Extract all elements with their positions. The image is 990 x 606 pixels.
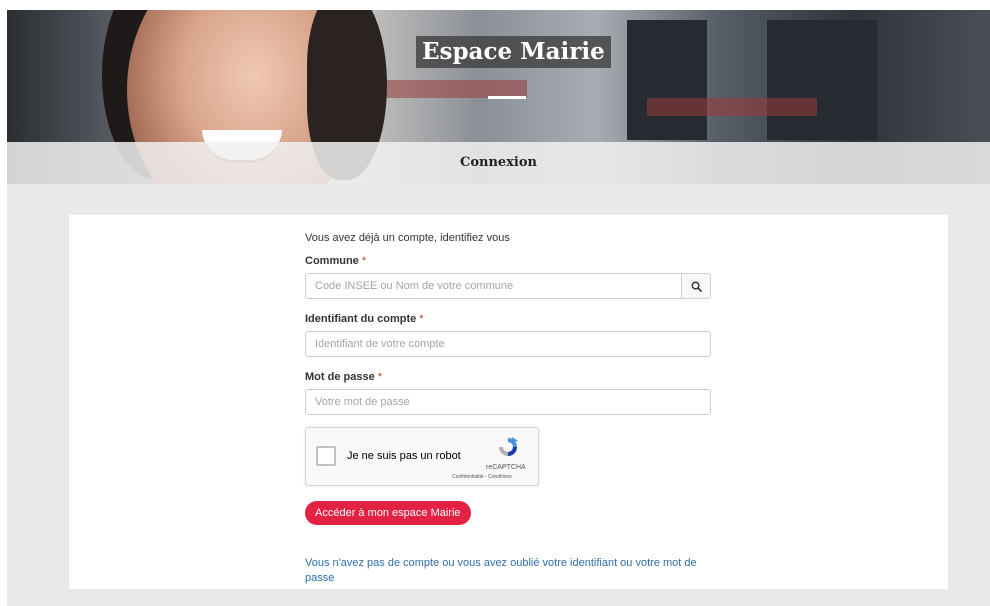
hero-banner: Espace Mairie Connexion bbox=[7, 10, 990, 184]
hero-background-window bbox=[767, 20, 877, 140]
page-title: Espace Mairie bbox=[416, 36, 611, 68]
search-icon bbox=[691, 281, 702, 292]
login-form: Vous avez déjà un compte, identifiez vou… bbox=[305, 231, 711, 586]
required-marker: * bbox=[377, 371, 383, 383]
intro-text: Vous avez déjà un compte, identifiez vou… bbox=[305, 232, 510, 244]
required-marker: * bbox=[361, 255, 367, 267]
submit-button[interactable]: Accéder à mon espace Mairie bbox=[305, 501, 471, 525]
password-label: Mot de passe * bbox=[305, 371, 711, 384]
hero-background-window bbox=[627, 20, 707, 140]
recaptcha-terms[interactable]: Confidentialité - Conditions bbox=[452, 474, 512, 480]
commune-label: Commune * bbox=[305, 255, 711, 268]
section-title: Connexion bbox=[459, 155, 537, 170]
identifiant-input[interactable] bbox=[305, 331, 711, 357]
recaptcha-logo-icon bbox=[499, 437, 518, 456]
identifiant-label-text: Identifiant du compte bbox=[305, 313, 417, 325]
required-marker: * bbox=[419, 313, 424, 325]
recaptcha-label: Je ne suis pas un robot bbox=[347, 450, 461, 462]
password-label-text: Mot de passe bbox=[305, 371, 375, 383]
account-help-link[interactable]: Vous n'avez pas de compte ou vous avez o… bbox=[305, 556, 705, 586]
password-input[interactable] bbox=[305, 389, 711, 415]
identifiant-label: Identifiant du compte * bbox=[305, 313, 711, 326]
commune-search-button[interactable] bbox=[681, 273, 711, 299]
login-card: Vous avez déjà un compte, identifiez vou… bbox=[69, 215, 948, 589]
commune-label-text: Commune bbox=[305, 255, 359, 267]
commune-input-group bbox=[305, 273, 711, 299]
hero-background-shelf bbox=[647, 98, 817, 116]
recaptcha-brand: reCAPTCHA bbox=[486, 464, 526, 471]
title-divider bbox=[488, 96, 526, 99]
recaptcha-checkbox[interactable] bbox=[316, 446, 336, 466]
section-header: Connexion bbox=[7, 142, 990, 184]
page: Espace Mairie Connexion Vous avez déjà u… bbox=[7, 10, 990, 606]
commune-input[interactable] bbox=[305, 273, 681, 299]
recaptcha-widget: Je ne suis pas un robot reCAPTCHA Confid… bbox=[305, 427, 539, 486]
